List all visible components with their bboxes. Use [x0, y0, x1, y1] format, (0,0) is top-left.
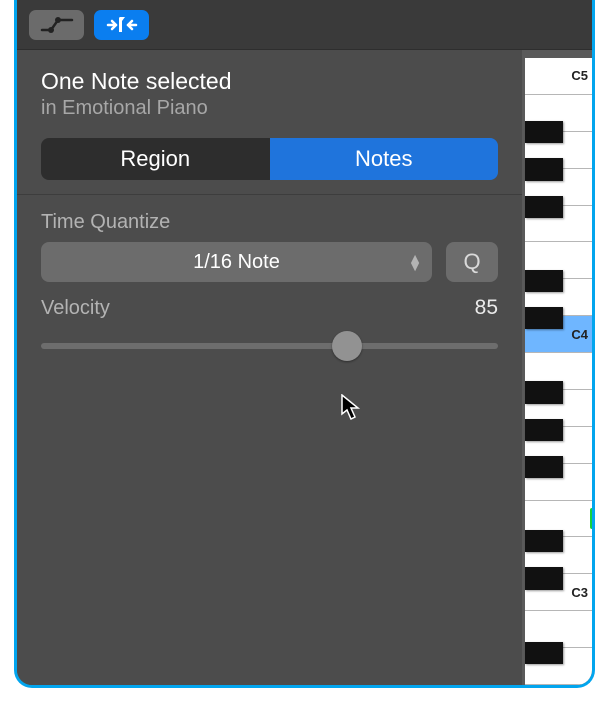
divider	[17, 194, 522, 195]
velocity-slider[interactable]	[41, 326, 498, 366]
piano-black-key[interactable]	[525, 270, 563, 292]
selection-title: One Note selected	[41, 68, 498, 95]
segmented-control[interactable]: Region Notes	[41, 138, 498, 180]
piano-black-key[interactable]	[525, 642, 563, 664]
selection-subtitle: in Emotional Piano	[41, 97, 498, 120]
time-quantize-select[interactable]: 1/16 Note ▲▼	[41, 242, 432, 282]
tab-region[interactable]: Region	[41, 138, 270, 180]
piano-black-key[interactable]	[525, 419, 563, 441]
catch-playhead-toggle[interactable]	[94, 10, 149, 40]
piano-black-key[interactable]	[525, 456, 563, 478]
slider-track	[41, 343, 498, 349]
velocity-value: 85	[475, 296, 498, 320]
piano-black-key[interactable]	[525, 121, 563, 143]
piano-keyboard[interactable]: C5C4C3	[522, 50, 592, 685]
piano-black-key[interactable]	[525, 307, 563, 329]
inspector-panel: One Note selected in Emotional Piano Reg…	[17, 50, 522, 685]
chevrons-icon: ▲▼	[408, 254, 422, 270]
time-quantize-label: Time Quantize	[41, 211, 498, 234]
editor-window: One Note selected in Emotional Piano Reg…	[14, 0, 595, 688]
quantize-button[interactable]: Q	[446, 242, 498, 282]
automation-toggle[interactable]	[29, 10, 84, 40]
piano-black-key[interactable]	[525, 158, 563, 180]
piano-black-key[interactable]	[525, 196, 563, 218]
automation-curve-icon	[40, 16, 74, 34]
piano-black-key[interactable]	[525, 381, 563, 403]
catch-playhead-icon	[105, 15, 139, 35]
time-quantize-value: 1/16 Note	[193, 251, 280, 274]
velocity-label: Velocity	[41, 297, 110, 320]
piano-black-key[interactable]	[525, 530, 563, 552]
slider-thumb[interactable]	[332, 331, 362, 361]
tab-notes[interactable]: Notes	[270, 138, 499, 180]
topbar	[17, 0, 592, 50]
piano-black-key[interactable]	[525, 567, 563, 589]
content-row: One Note selected in Emotional Piano Reg…	[17, 50, 592, 685]
